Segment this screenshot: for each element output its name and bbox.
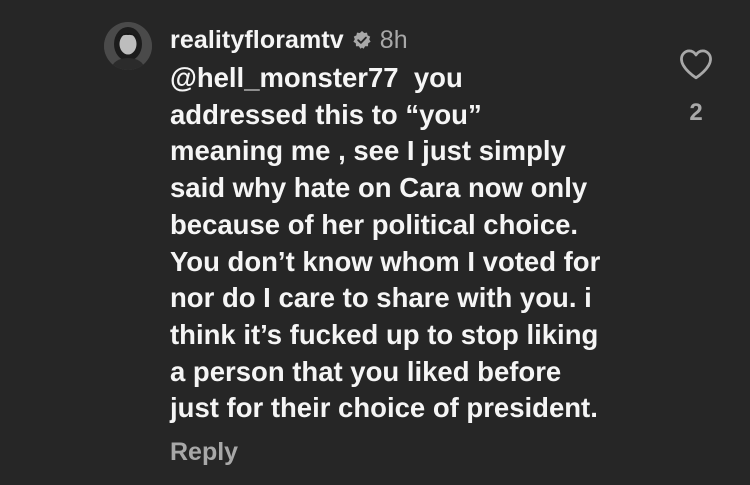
comment-header: realityfloramtv 8h: [170, 22, 408, 58]
comment-line: because of her political choice.: [170, 208, 579, 240]
mention-link[interactable]: @hell_monster77: [170, 62, 399, 93]
comment-item: realityfloramtv 8h @hell_monster77 you a…: [0, 0, 750, 485]
comment-line: addressed this to “you”: [170, 98, 482, 130]
reply-button[interactable]: Reply: [170, 438, 238, 467]
comment-line: @hell_monster77 you: [170, 60, 670, 97]
comment-line: just for their choice of president.: [170, 392, 598, 424]
heart-outline-icon[interactable]: [678, 48, 714, 80]
avatar-image: [104, 22, 152, 70]
like-count: 2: [689, 99, 703, 126]
comment-line: You don’t know whom I voted for: [170, 245, 601, 277]
comment-line: think it’s fucked up to stop liking: [170, 318, 599, 350]
comment-line: said why hate on Cara now only: [170, 172, 588, 204]
comment-line: meaning me , see I just simply: [170, 135, 566, 167]
comment-line: nor do I care to share with you. i: [170, 282, 592, 314]
comment-text: @hell_monster77 you addressed this to “y…: [170, 60, 670, 427]
avatar[interactable]: [104, 22, 152, 70]
like-section: 2: [676, 48, 716, 127]
comment-line: a person that you liked before: [170, 355, 562, 387]
comment-timestamp: 8h: [379, 25, 408, 54]
username-link[interactable]: realityfloramtv: [170, 26, 344, 55]
comment-line-text: you: [413, 62, 463, 93]
verified-badge-icon: [352, 30, 372, 50]
